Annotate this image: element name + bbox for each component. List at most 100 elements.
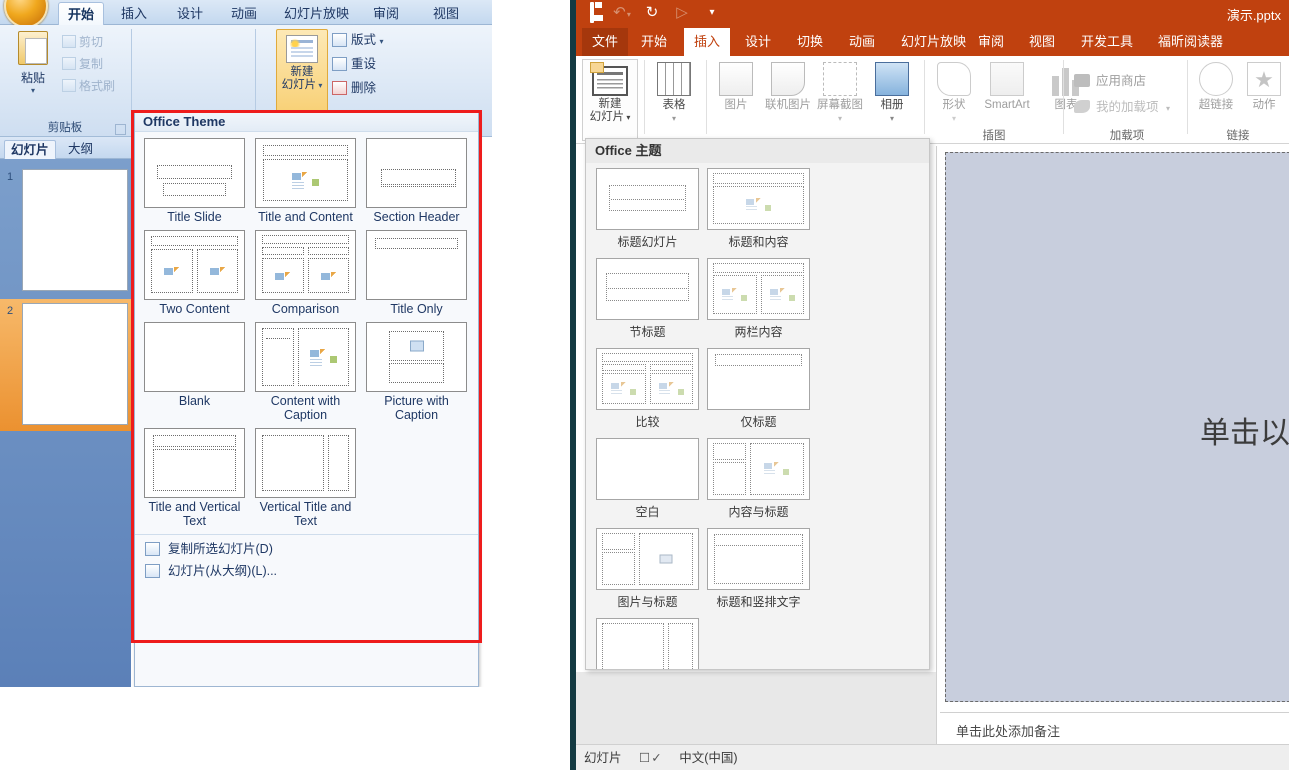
ppt2007-tab-insert[interactable]: 插入 (112, 2, 156, 25)
pane-tab-slides[interactable]: 幻灯片 (4, 140, 56, 159)
ppt2013-tab-foxit-reader[interactable]: 福昕阅读器 (1148, 28, 1233, 56)
photo-album-label: 相册 (880, 99, 904, 111)
ppt2013-tab-insert-label: 插入 (694, 34, 721, 49)
ppt2007-tab-view[interactable]: 视图 (424, 2, 468, 25)
menu-item-slides-from-outline[interactable]: 幻灯片(从大纲)(L)... (139, 560, 478, 582)
ppt2013-layout-gallery[interactable]: Office 主题 标题幻灯片 标题和内容 节标题 两栏内容 比较 仅标题 空白… (585, 138, 930, 670)
customize-qat-chevron-down-icon[interactable]: ▾ (702, 3, 722, 23)
screenshot-button[interactable]: 屏幕截图 ▾ (814, 60, 866, 125)
ppt2013-tab-home-label: 开始 (641, 34, 668, 49)
layout-item-title-slide[interactable]: Title Slide (139, 138, 250, 224)
ppt2007-slide-pane: 幻灯片 大纲 1 2 (0, 137, 131, 687)
slide-thumbnail-2[interactable]: 2 (0, 299, 131, 431)
ppt2007-layout-gallery[interactable]: Office Theme Title Slide Title and Conte… (134, 112, 479, 687)
ppt2007-tab-slideshow[interactable]: 幻灯片放映 (275, 2, 358, 25)
ppt2013-new-slide-button[interactable]: 新建 幻灯片 ▾ (582, 59, 638, 141)
ppt2013-tab-slideshow[interactable]: 幻灯片放映 (891, 28, 976, 56)
layout-item-title-slide[interactable]: 标题幻灯片 (592, 168, 703, 250)
pane-tab-outline[interactable]: 大纲 (62, 140, 99, 159)
ppt2013-tab-view-label: 视图 (1029, 34, 1056, 49)
layout-item-label: Comparison (271, 302, 340, 316)
ppt2013-tab-developer[interactable]: 开发工具 (1071, 28, 1143, 56)
ppt2013-tab-insert[interactable]: 插入 (684, 28, 731, 56)
layout-item-section-header[interactable]: 节标题 (592, 258, 703, 340)
layout-item-content-with-caption[interactable]: Content with Caption (250, 322, 361, 422)
redo-icon[interactable]: ↻ (642, 3, 662, 23)
ppt2013-title-bar: ↶ ▾ ↻ ▷ ▾ 演示.pptx (576, 0, 1289, 28)
layout-item-title-and-vertical-text[interactable]: 标题和竖排文字 (703, 528, 814, 610)
ppt2007-tab-review[interactable]: 审阅 (364, 2, 408, 25)
camera-icon (823, 62, 857, 96)
layout-item-title-only[interactable]: 仅标题 (703, 348, 814, 430)
layout-item-title-and-content[interactable]: 标题和内容 (703, 168, 814, 250)
ppt2013-tab-transitions[interactable]: 切换 (787, 28, 833, 56)
layout-item-vertical-title-and-text[interactable]: Vertical Title and Text (250, 428, 361, 528)
ppt2007-group-clipboard: 粘贴 ▾ 剪切 复制 格式刷 剪贴板 (0, 25, 130, 137)
layout-item-title-and-vertical-text[interactable]: Title and Vertical Text (139, 428, 250, 528)
format-painter-button[interactable]: 格式刷 (62, 77, 115, 94)
ppt2013-tab-file[interactable]: 文件 (582, 28, 629, 56)
layout-item-blank[interactable]: Blank (139, 322, 250, 422)
photo-album-button[interactable]: 相册 ▾ (866, 60, 918, 125)
layout-item-blank[interactable]: 空白 (592, 438, 703, 520)
ph-content-left (262, 258, 304, 293)
copy-button-label: 复制 (79, 57, 104, 71)
layout-item-comparison[interactable]: 比较 (592, 348, 703, 430)
layout-item-label: Section Header (373, 210, 460, 224)
spellcheck-icon[interactable]: ☐ ✓ (639, 751, 662, 765)
start-slideshow-icon[interactable]: ▷ (672, 3, 692, 23)
layout-item-title-and-content[interactable]: Title and Content (250, 138, 361, 224)
ph-caption-title (713, 443, 746, 460)
slide-thumbnail-1[interactable]: 1 (0, 165, 131, 297)
powerpoint-2007-window: 开始 插入 设计 动画 幻灯片放映 审阅 视图 粘贴 ▾ 剪切 复制 格式刷 剪… (0, 0, 492, 687)
insert-online-picture-button[interactable]: 联机图片 (762, 60, 814, 112)
photo-album-icon (875, 62, 909, 96)
ppt2007-tab-animation[interactable]: 动画 (222, 2, 266, 25)
ph-title (151, 236, 238, 246)
ppt2013-tab-home[interactable]: 开始 (631, 28, 677, 56)
screenshot-chevron-down-icon[interactable]: ▾ (814, 112, 866, 125)
ph-caption (389, 363, 444, 383)
clipboard-icon (18, 31, 48, 65)
layout-item-two-content[interactable]: Two Content (139, 230, 250, 316)
picture-icon (719, 62, 753, 96)
layout-item-section-header[interactable]: Section Header (361, 138, 472, 224)
insert-table-button[interactable]: 表格 ▾ (648, 60, 700, 125)
paste-button[interactable]: 粘贴 ▾ (10, 31, 56, 95)
cut-button[interactable]: 剪切 (62, 33, 103, 50)
powerpoint-2013-window: ↶ ▾ ↻ ▷ ▾ 演示.pptx 文件 开始 插入 设计 切换 动画 幻灯片放… (570, 0, 1289, 770)
layout-item-label: 两栏内容 (734, 325, 783, 339)
clipboard-dialog-launcher-icon[interactable] (115, 124, 126, 135)
ppt2007-tab-home[interactable]: 开始 (58, 2, 104, 25)
table-chevron-down-icon[interactable]: ▾ (648, 112, 700, 125)
ppt2013-tab-view[interactable]: 视图 (1019, 28, 1065, 56)
undo-icon[interactable]: ↶ ▾ (612, 3, 632, 23)
ppt2013-tab-review[interactable]: 审阅 (968, 28, 1014, 56)
layout-item-picture-with-caption[interactable]: Picture with Caption (361, 322, 472, 422)
insert-picture-button[interactable]: 图片 (710, 60, 762, 112)
layout-item-picture-with-caption[interactable]: 图片与标题 (592, 528, 703, 610)
paintbrush-icon (62, 79, 76, 92)
notes-placeholder[interactable]: 单击此处添加备注 (940, 712, 1289, 744)
slide-placeholder-text[interactable]: 单击以 (1200, 408, 1289, 452)
ppt2013-slide-area: 单击以 (940, 146, 1289, 712)
save-icon[interactable] (582, 2, 602, 23)
layout-item-title-only[interactable]: Title Only (361, 230, 472, 316)
paste-chevron-down-icon[interactable]: ▾ (10, 86, 56, 95)
ppt2013-tab-design[interactable]: 设计 (735, 28, 781, 56)
layout-item-two-content[interactable]: 两栏内容 (703, 258, 814, 340)
layout-item-vertical-title-and-text[interactable]: 竖排标题与文本 (592, 618, 703, 669)
ppt2007-tab-design[interactable]: 设计 (168, 2, 212, 25)
layout-item-comparison[interactable]: Comparison (250, 230, 361, 316)
ppt2013-tab-design-label: 设计 (745, 34, 772, 49)
menu-item-duplicate-slides[interactable]: 复制所选幻灯片(D) (139, 538, 478, 560)
new-slide-chevron-down-icon[interactable]: ▾ (624, 113, 630, 122)
status-language-label[interactable]: 中文(中国) (679, 751, 737, 765)
ppt2013-slide-canvas[interactable]: 单击以 (945, 152, 1289, 702)
office-orb-icon[interactable] (4, 0, 48, 28)
ppt2013-tab-animations[interactable]: 动画 (839, 28, 885, 56)
layout-item-label: Title and Content (258, 210, 353, 224)
layout-item-content-with-caption[interactable]: 内容与标题 (703, 438, 814, 520)
copy-button[interactable]: 复制 (62, 55, 103, 72)
photo-album-chevron-down-icon[interactable]: ▾ (866, 112, 918, 125)
